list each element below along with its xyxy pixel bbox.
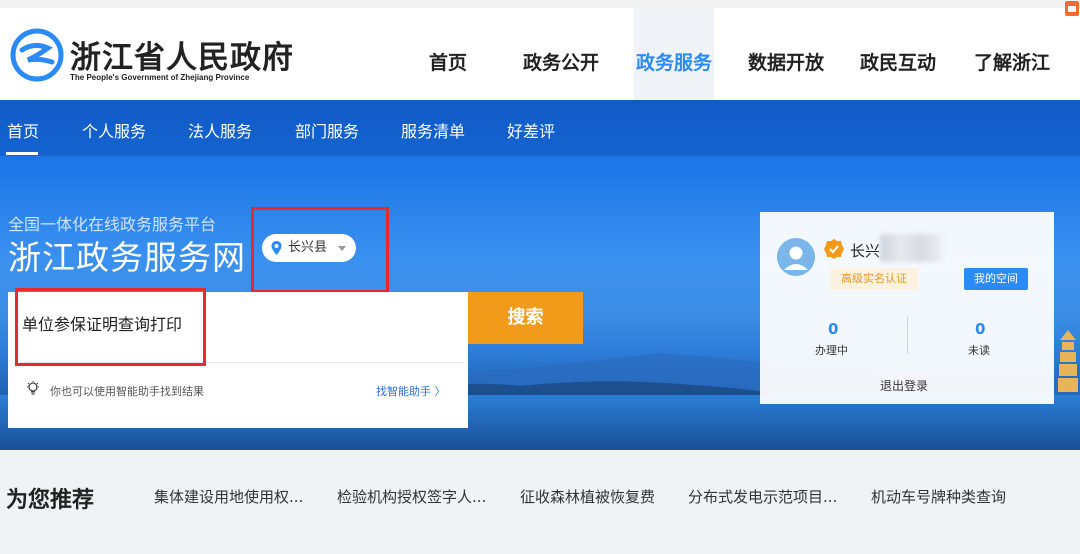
smart-assistant-link[interactable]: 找智能助手 〉: [376, 383, 446, 399]
main-nav-data-open[interactable]: 数据开放: [740, 8, 832, 108]
user-card: 长兴 高级实名认证 我的空间 0 办理中 0 未读 退出登录: [760, 212, 1054, 404]
lightbulb-icon: [27, 381, 39, 395]
stats-divider: [907, 316, 908, 354]
site-header: 浙江省人民政府 The People's Government of Zheji…: [0, 0, 1080, 108]
user-name: 长兴: [850, 242, 881, 260]
unread-label: 未读: [968, 344, 990, 357]
recommendation-item[interactable]: 检验机构授权签字人...: [337, 486, 486, 507]
sub-nav-legal-entity[interactable]: 法人服务: [188, 118, 252, 142]
search-button[interactable]: 搜索: [468, 292, 583, 344]
sub-nav: 首页 个人服务 法人服务 部门服务 服务清单 好差评: [0, 100, 1080, 156]
recommendations-title: 为您推荐: [6, 488, 95, 513]
sub-nav-personal[interactable]: 个人服务: [82, 118, 146, 142]
main-nav-gov-open[interactable]: 政务公开: [514, 8, 608, 108]
avatar[interactable]: [777, 238, 815, 276]
in-progress-label: 办理中: [815, 344, 848, 357]
hero-banner: 首页 个人服务 法人服务 部门服务 服务清单 好差评 全国一体化在线政务服务平台…: [0, 100, 1080, 450]
main-nav-interaction[interactable]: 政民互动: [852, 8, 944, 108]
sub-nav-home[interactable]: 首页: [7, 118, 39, 142]
verified-badge-icon: [824, 239, 844, 259]
site-logo-icon[interactable]: [10, 28, 64, 82]
service-portal-title: 浙江政务服务网: [8, 238, 246, 277]
main-nav-about[interactable]: 了解浙江: [966, 8, 1058, 108]
main-nav-gov-service[interactable]: 政务服务: [634, 8, 714, 108]
unread-count[interactable]: 0: [975, 320, 985, 338]
highlight-box-search: [15, 288, 206, 366]
sub-nav-department[interactable]: 部门服务: [295, 118, 359, 142]
logout-button[interactable]: 退出登录: [880, 377, 928, 394]
recommendation-item[interactable]: 分布式发电示范项目...: [688, 486, 837, 507]
site-title[interactable]: 浙江省人民政府: [70, 32, 294, 77]
recommendation-item[interactable]: 机动车号牌种类查询: [871, 486, 1006, 507]
highlight-box-location: [251, 207, 389, 293]
redacted-name: [880, 234, 942, 262]
pagoda-illustration: [1058, 330, 1078, 392]
recommendations-bar: 为您推荐 集体建设用地使用权... 检验机构授权签字人... 征收森林植被恢复费…: [0, 450, 1080, 554]
verified-status-badge: 高级实名认证: [830, 268, 918, 290]
sub-nav-active-indicator: [6, 152, 38, 155]
site-subtitle: The People's Government of Zhejiang Prov…: [70, 73, 250, 82]
in-progress-count[interactable]: 0: [828, 320, 838, 338]
sub-nav-service-list[interactable]: 服务清单: [401, 118, 465, 142]
recommendation-item[interactable]: 征收森林植被恢复费: [520, 486, 655, 507]
sub-nav-rating[interactable]: 好差评: [507, 118, 555, 142]
search-hint: 你也可以使用智能助手找到结果: [50, 385, 204, 398]
recommendation-item[interactable]: 集体建设用地使用权...: [154, 486, 303, 507]
my-space-button[interactable]: 我的空间: [964, 268, 1028, 290]
main-nav-home[interactable]: 首页: [412, 8, 484, 108]
browser-extension-icon[interactable]: [1064, 0, 1080, 18]
